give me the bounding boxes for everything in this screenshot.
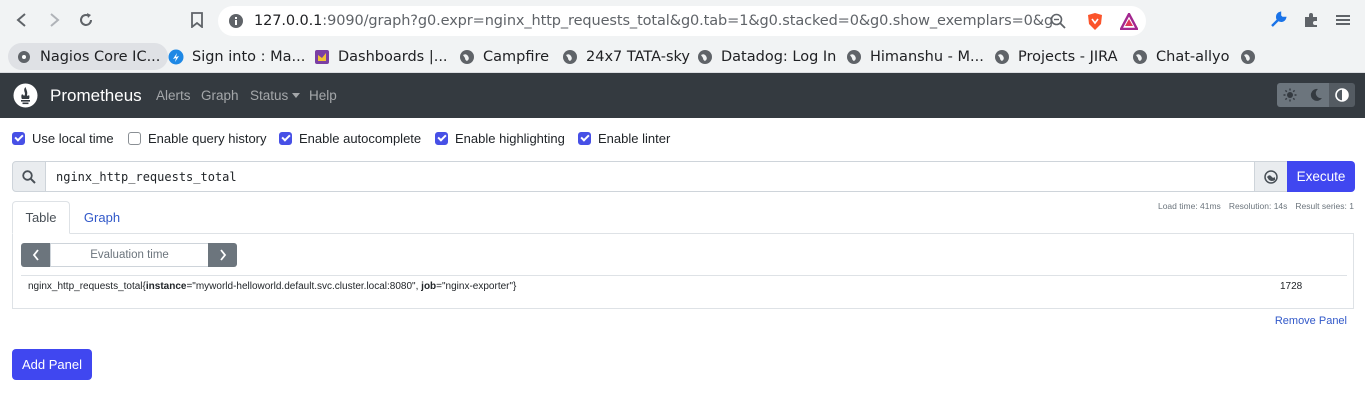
option-enable-linter[interactable]: Enable linter [578, 131, 670, 146]
signin-icon [168, 49, 184, 65]
bookmark-item[interactable]: Projects - JIRA [994, 43, 1118, 70]
prometheus-navbar: Prometheus Alerts Graph Status Help [0, 73, 1365, 118]
option-label: Enable query history [148, 131, 267, 146]
chevron-left-icon[interactable] [21, 243, 50, 267]
back-icon[interactable] [12, 10, 32, 30]
checkbox[interactable] [578, 132, 591, 145]
result-series: Result series: 1 [1295, 201, 1354, 211]
metrics-explorer-icon[interactable] [1254, 161, 1288, 192]
table-panel: Evaluation time nginx_http_requests_tota… [12, 233, 1354, 309]
bookmark-item[interactable]: 24x7 TATA-sky [562, 43, 690, 70]
option-label: Enable linter [598, 131, 671, 146]
brave-rewards-icon[interactable] [1119, 11, 1139, 35]
bookmark-item[interactable] [1240, 43, 1264, 70]
option-enable-autocomplete[interactable]: Enable autocomplete [279, 131, 421, 146]
info-icon[interactable] [228, 13, 244, 34]
prometheus-logo-icon[interactable] [13, 83, 38, 113]
nav-graph[interactable]: Graph [201, 88, 239, 103]
chevron-right-icon[interactable] [208, 243, 237, 267]
option-label: Enable highlighting [455, 131, 565, 146]
bookmark-label: Campfire [483, 48, 550, 65]
url-host: 127.0.0.1 [254, 13, 323, 29]
query-bar: nginx_http_requests_total Execute [12, 161, 1355, 192]
caret-down-icon [292, 93, 301, 98]
option-label: Use local time [32, 131, 114, 146]
bookmark-label: Chat-allyo [1156, 48, 1230, 65]
wrench-icon[interactable] [1268, 10, 1288, 30]
globe-icon [1240, 49, 1256, 65]
zoom-icon[interactable] [1050, 13, 1066, 34]
url-bar[interactable]: 127.0.0.1:9090/graph?g0.expr=nginx_http_… [218, 6, 1146, 36]
checkbox[interactable] [128, 132, 141, 145]
grafana-icon [314, 49, 330, 65]
nav-status-label: Status [250, 88, 289, 103]
bookmark-item[interactable]: Nagios Core IC... [8, 43, 169, 70]
evaluation-time-input[interactable]: Evaluation time [50, 243, 209, 267]
resolution: Resolution: 14s [1228, 201, 1288, 211]
checkbox[interactable] [12, 132, 25, 145]
nav-help[interactable]: Help [309, 88, 337, 103]
sun-icon[interactable] [1277, 83, 1303, 107]
globe-icon [1132, 49, 1148, 65]
bookmark-item[interactable]: Campfire [459, 43, 549, 70]
theme-switcher [1277, 83, 1355, 107]
bookmark-label: Projects - JIRA [1018, 48, 1118, 65]
moon-icon[interactable] [1303, 83, 1329, 107]
brand[interactable]: Prometheus [50, 86, 142, 106]
label-key-job: job [421, 281, 437, 292]
nav-status[interactable]: Status [250, 88, 301, 103]
extensions-icon[interactable] [1301, 10, 1321, 30]
label-value-instance: ="myworld-helloworld.default.svc.cluster… [186, 281, 422, 292]
bookmark-label: Datadog: Log In [721, 48, 837, 65]
browser-toolbar: 127.0.0.1:9090/graph?g0.expr=nginx_http_… [0, 0, 1365, 40]
nagios-icon [16, 49, 32, 65]
tab-table[interactable]: Table [12, 201, 70, 234]
bookmarks-bar: Nagios Core IC... Sign into : Ma... Dash… [0, 40, 1365, 73]
bookmark-item[interactable]: Dashboards |... [314, 43, 448, 70]
globe-icon [562, 49, 578, 65]
query-input[interactable]: nginx_http_requests_total [45, 161, 1255, 192]
option-enable-query-history[interactable]: Enable query history [128, 131, 267, 146]
menu-icon[interactable] [1333, 10, 1353, 30]
divider [21, 275, 1347, 276]
load-time: Load time: 41ms [1157, 201, 1221, 211]
globe-icon [994, 49, 1010, 65]
query-stats: Load time: 41ms Resolution: 14s Result ser… [1150, 201, 1354, 211]
bookmark-icon[interactable] [187, 10, 207, 30]
globe-icon [846, 49, 862, 65]
bookmark-item[interactable]: Himanshu - M... [846, 43, 984, 70]
url-text: 127.0.0.1:9090/graph?g0.expr=nginx_http_… [254, 13, 1054, 29]
globe-icon [697, 49, 713, 65]
bookmark-item[interactable]: Chat-allyo [1132, 43, 1230, 70]
nav-alerts[interactable]: Alerts [156, 88, 191, 103]
execute-button[interactable]: Execute [1287, 161, 1355, 192]
reload-icon[interactable] [76, 10, 96, 30]
bookmark-item[interactable]: Sign into : Ma... [168, 43, 305, 70]
option-enable-highlighting[interactable]: Enable highlighting [435, 131, 565, 146]
contrast-icon[interactable] [1329, 83, 1355, 107]
checkbox[interactable] [279, 132, 292, 145]
url-path: :9090/graph?g0.expr=nginx_http_requests_… [322, 13, 1054, 29]
checkbox[interactable] [435, 132, 448, 145]
option-use-local-time[interactable]: Use local time [12, 131, 114, 146]
option-label: Enable autocomplete [299, 131, 422, 146]
label-key-instance: instance [145, 281, 187, 292]
bookmark-label: Nagios Core IC... [40, 48, 161, 65]
search-icon [12, 161, 46, 192]
remove-panel-link[interactable]: Remove Panel [1275, 315, 1347, 327]
tab-graph[interactable]: Graph [70, 201, 134, 234]
series-label: nginx_http_requests_total{instance="mywo… [28, 281, 516, 292]
bookmark-item[interactable]: Datadog: Log In [697, 43, 836, 70]
bookmark-label: 24x7 TATA-sky [586, 48, 690, 65]
series-value: 1728 [1280, 281, 1303, 292]
bookmark-label: Sign into : Ma... [192, 48, 306, 65]
globe-icon [459, 49, 475, 65]
bookmark-label: Dashboards |... [338, 48, 448, 65]
brave-shield-icon[interactable] [1086, 12, 1104, 36]
bookmark-label: Himanshu - M... [870, 48, 984, 65]
label-value-job: ="nginx-exporter"} [436, 281, 517, 292]
metric-name: nginx_http_requests_total{ [28, 281, 146, 292]
add-panel-button[interactable]: Add Panel [12, 349, 92, 380]
forward-icon[interactable] [44, 10, 64, 30]
